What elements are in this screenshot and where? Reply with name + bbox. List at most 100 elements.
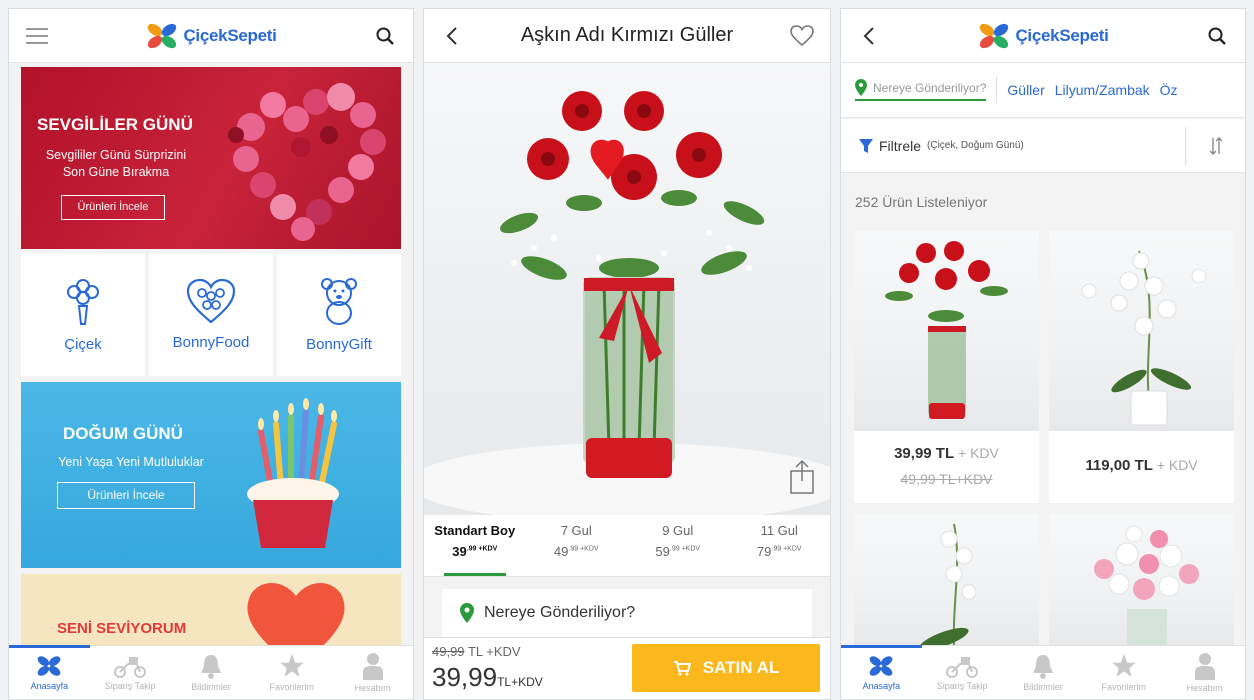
bell-icon [200, 655, 221, 679]
brand-name: ÇiçekSepeti [183, 25, 277, 45]
product-price: 119,00 TL + KDV [1085, 457, 1198, 474]
location-pin-icon [855, 79, 867, 96]
bottom-tab-bar: Anasayfa Sipariş Takip Bildirimler Favor… [841, 645, 1245, 699]
size-price: 59.99 +KDV [655, 544, 701, 559]
product-image[interactable] [424, 63, 830, 515]
tab-label: Anasayfa [30, 681, 69, 691]
category-label: BonnyGift [306, 336, 372, 353]
product-title: Aşkın Adı Kırmızı Güller [520, 24, 734, 46]
product-thumbnail [1049, 231, 1234, 431]
valentines-banner[interactable]: SEVGİLİLER GÜNÜ Sevgililer Günü Sürprizi… [21, 67, 401, 249]
birthday-title: DOĞUM GÜNÜ [63, 424, 183, 443]
product-old-price: 49,99 TL+KDV [900, 471, 993, 487]
current-price: 39,99TL+KDV [432, 662, 543, 692]
tab-notifications[interactable]: Bildirimler [171, 646, 252, 699]
size-option-7[interactable]: 7 Gul 49.99 +KDV [526, 515, 628, 576]
product-header: Aşkın Adı Kırmızı Güller [424, 9, 830, 63]
flower-logo-icon [38, 656, 61, 676]
pink-white-bouquet-image [1094, 525, 1199, 648]
category-tile-bonnygift[interactable]: BonnyGift [277, 253, 401, 376]
heart-chocolate-box-icon [186, 278, 236, 324]
category-tile-bonnyfood[interactable]: BonnyFood [149, 253, 273, 376]
quick-tag-oz[interactable]: Öz [1160, 82, 1178, 98]
valentines-subtitle-1: Sevgililer Günü Sürprizini [45, 148, 187, 162]
search-icon[interactable] [361, 9, 409, 63]
tab-label: Sipariş Takip [936, 681, 988, 691]
back-icon[interactable] [845, 9, 893, 63]
quick-filter-row: Nereye Gönderiliyor? Güller Lilyum/Zamba… [841, 63, 1245, 118]
sort-button[interactable] [1185, 127, 1245, 165]
tab-account[interactable]: Hesabım [1164, 646, 1245, 699]
tab-order-tracking[interactable]: Sipariş Takip [922, 646, 1003, 699]
product-card[interactable]: 39,99 TL + KDV 49,99 TL+KDV [854, 231, 1039, 503]
size-name: Standart Boy [434, 523, 516, 538]
brand-name: ÇiçekSepeti [1015, 25, 1109, 45]
flower-logo-icon [870, 656, 893, 676]
product-thumbnail [854, 231, 1039, 431]
product-card[interactable] [854, 514, 1039, 648]
product-thumbnail [1049, 514, 1234, 648]
filter-summary: (Çiçek, Doğum Günü) [927, 140, 1024, 151]
orchid-pot-image [1081, 250, 1207, 426]
sort-arrows-icon [1209, 137, 1222, 155]
tab-label: Hesabım [354, 683, 391, 693]
product-card[interactable]: 119,00 TL + KDV [1049, 231, 1234, 503]
birthday-subtitle: Yeni Yaşa Yeni Mutluluklar [58, 455, 204, 469]
flower-logo-icon [148, 23, 177, 48]
tab-home[interactable]: Anasayfa [841, 645, 922, 699]
tab-label: Favorilerim [269, 682, 315, 692]
size-price: 49.99 +KDV [553, 544, 599, 559]
tab-home[interactable]: Anasayfa [9, 645, 90, 699]
teddy-bear-icon [321, 278, 357, 325]
tab-order-tracking[interactable]: Sipariş Takip [90, 646, 171, 699]
rose-vase-image [885, 241, 1008, 419]
birthday-banner[interactable]: DOĞUM GÜNÜ Yeni Yaşa Yeni Mutluluklar Ür… [21, 382, 401, 568]
red-heart-image [247, 583, 345, 654]
user-icon [362, 653, 383, 680]
star-icon [279, 654, 304, 677]
back-icon[interactable] [428, 9, 476, 63]
filter-sort-row: Filtrele (Çiçek, Doğum Günü) [841, 119, 1245, 173]
size-option-9[interactable]: 9 Gul 59.99 +KDV [627, 515, 729, 576]
quick-tag-lilyum[interactable]: Lilyum/Zambak [1055, 82, 1150, 98]
location-pin-icon [460, 603, 474, 623]
location-input[interactable]: Nereye Gönderiliyor? [855, 79, 987, 101]
brand-logo[interactable]: ÇiçekSepeti [145, 21, 277, 51]
flower-logo-icon [980, 23, 1009, 48]
cupcake-image [247, 398, 339, 548]
love-banner[interactable]: SENİ SEVİYORUM [21, 574, 401, 654]
product-price: 39,99 TL + KDV [894, 445, 999, 462]
size-option-11[interactable]: 11 Gul 79.99 +KDV [729, 515, 831, 576]
brand-logo[interactable]: ÇiçekSepeti [977, 21, 1109, 51]
user-icon [1194, 653, 1215, 680]
category-tiles: Çiçek BonnyFood BonnyGift [21, 253, 401, 376]
destination-selector[interactable]: Nereye Gönderiliyor? [442, 589, 812, 637]
favorite-heart-icon[interactable] [778, 9, 826, 63]
tab-account[interactable]: Hesabım [332, 646, 413, 699]
quick-tag-guller[interactable]: Güller [1007, 82, 1044, 98]
size-name: 11 Gul [760, 523, 798, 538]
love-title: SENİ SEVİYORUM [57, 620, 187, 637]
scooter-icon [114, 657, 147, 678]
white-orchid-image [919, 523, 977, 648]
birthday-cta-button[interactable]: Ürünleri İncele [57, 482, 195, 509]
product-card[interactable] [1049, 514, 1234, 648]
scooter-icon [946, 657, 979, 678]
result-count: 252 Ürün Listeleniyor [855, 194, 988, 210]
valentines-cta-button[interactable]: Ürünleri İncele [61, 195, 165, 220]
rose-vase-image [424, 91, 830, 515]
home-screen: ÇiçekSepeti SEVGİLİLER GÜNÜ Sevgililer G… [8, 8, 414, 700]
hamburger-menu-icon[interactable] [13, 9, 61, 63]
tab-notifications[interactable]: Bildirimler [1003, 646, 1084, 699]
tab-label: Hesabım [1186, 683, 1223, 693]
tab-label: Anasayfa [862, 681, 901, 691]
search-icon[interactable] [1193, 9, 1241, 63]
buy-button[interactable]: SATIN AL [632, 644, 820, 692]
category-tile-cicek[interactable]: Çiçek [21, 253, 145, 376]
tab-favorites[interactable]: Favorilerim [1083, 646, 1164, 699]
rose-heart-image [228, 83, 386, 241]
size-option-standard[interactable]: Standart Boy 39.99 +KDV [424, 515, 526, 576]
category-label: Çiçek [64, 336, 102, 353]
filter-button[interactable]: Filtrele [879, 138, 921, 154]
tab-favorites[interactable]: Favorilerim [251, 646, 332, 699]
